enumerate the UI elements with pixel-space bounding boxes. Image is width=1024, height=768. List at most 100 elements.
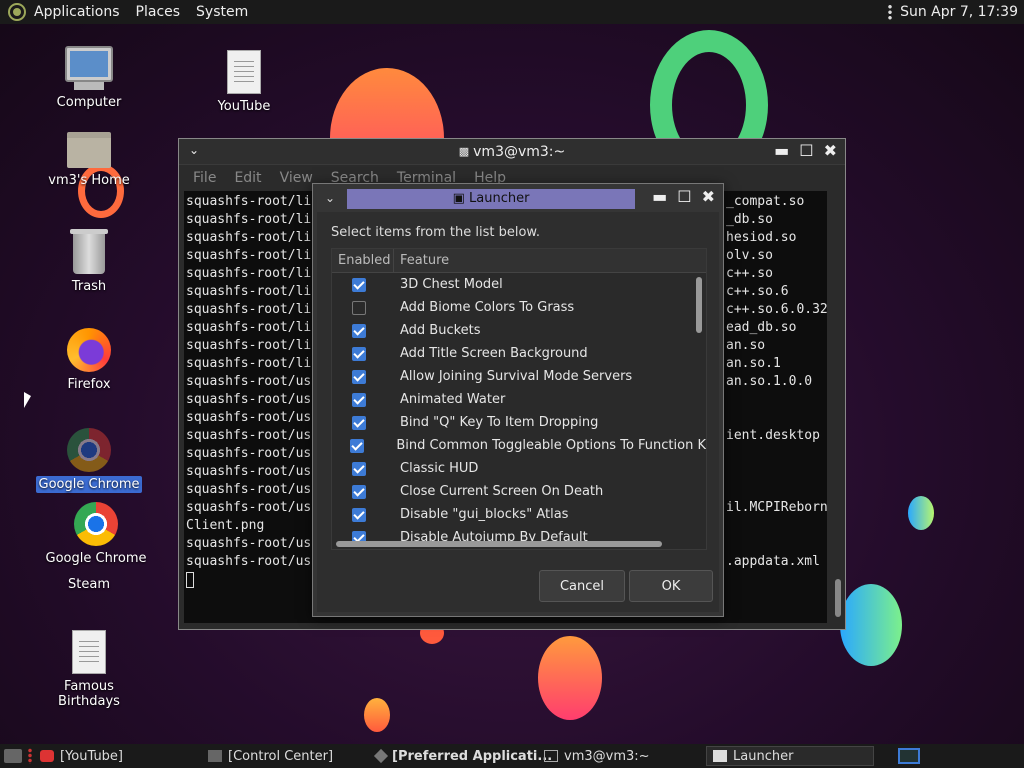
close-icon[interactable]: ✖: [702, 187, 715, 206]
terminal-line-left: squashfs-root/li: [186, 212, 312, 227]
terminal-menu-file[interactable]: File: [193, 170, 216, 186]
checkbox-checked[interactable]: [352, 461, 366, 476]
terminal-icon: ▩: [458, 145, 470, 158]
checkbox-checked[interactable]: [352, 277, 366, 292]
clock-area: Sun Apr 7, 17:39: [888, 0, 1018, 24]
window-menu-chevron-icon[interactable]: ⌄: [189, 143, 199, 157]
desktop-icon-steam[interactable]: Steam: [34, 572, 144, 593]
checkbox-cell: [332, 507, 394, 522]
ok-button[interactable]: OK: [629, 570, 713, 602]
desktop-icon-trash[interactable]: Trash: [34, 229, 144, 295]
window-menu-chevron-icon[interactable]: ⌄: [325, 191, 335, 205]
maximize-icon[interactable]: ☐: [677, 187, 691, 206]
show-desktop-icon[interactable]: [4, 749, 22, 763]
desktop-icon-youtube[interactable]: YouTube: [189, 50, 299, 115]
checkbox-checked[interactable]: [352, 507, 366, 522]
close-icon[interactable]: ✖: [824, 141, 837, 160]
desktop-icon-famous-birthdays[interactable]: Famous Birthdays: [34, 630, 144, 710]
checkbox-checked[interactable]: [352, 415, 366, 430]
terminal-line-right: il.MCPIReborn: [726, 500, 827, 515]
task-youtube[interactable]: [YouTube]: [40, 746, 123, 766]
youtube-icon: [40, 750, 54, 762]
feature-row[interactable]: Bind Common Toggleable Options To Functi…: [332, 434, 706, 457]
feature-list-vertical-scrollbar[interactable]: [696, 277, 702, 333]
clock[interactable]: Sun Apr 7, 17:39: [900, 4, 1018, 20]
terminal-menu-edit[interactable]: Edit: [234, 170, 261, 186]
feature-label: Classic HUD: [400, 461, 479, 476]
minimize-icon[interactable]: ▬: [652, 187, 667, 206]
column-header-feature[interactable]: Feature: [394, 253, 449, 268]
feature-list[interactable]: Enabled Feature 3D Chest Model Add Biome …: [331, 248, 707, 550]
distro-logo-icon[interactable]: [8, 3, 26, 21]
launcher-title-bar[interactable]: ▣ Launcher: [347, 189, 635, 209]
cancel-button[interactable]: Cancel: [539, 570, 625, 602]
menu-system[interactable]: System: [196, 4, 248, 20]
terminal-line-right: an.so.1.0.0: [726, 374, 813, 389]
desktop-icon-label: Firefox: [67, 377, 111, 392]
feature-rows: 3D Chest Model Add Biome Colors To Grass A…: [332, 273, 706, 549]
feature-row[interactable]: Add Biome Colors To Grass: [332, 296, 706, 319]
feature-list-header: Enabled Feature: [332, 249, 706, 273]
menu-applications[interactable]: Applications: [34, 4, 120, 20]
feature-row[interactable]: Add Title Screen Background: [332, 342, 706, 365]
feature-label: Add Title Screen Background: [400, 346, 588, 361]
top-panel: Applications Places System Sun Apr 7, 17…: [0, 0, 1024, 24]
feature-row[interactable]: Disable "gui_blocks" Atlas: [332, 503, 706, 526]
terminal-menu-view[interactable]: View: [280, 170, 313, 186]
checkbox-unchecked[interactable]: [352, 300, 366, 315]
feature-row[interactable]: Add Buckets: [332, 319, 706, 342]
task-terminal[interactable]: vm3@vm3:~: [544, 746, 650, 766]
feature-row[interactable]: Bind "Q" Key To Item Dropping: [332, 411, 706, 434]
task-preferred-applications[interactable]: [Preferred Applicati...: [373, 746, 552, 766]
terminal-line-left: squashfs-root/li: [186, 320, 312, 335]
desktop-icon-firefox[interactable]: Firefox: [34, 328, 144, 393]
feature-row[interactable]: Close Current Screen On Death: [332, 480, 706, 503]
terminal-line-right: c++.so.6.0.32: [726, 302, 827, 317]
checkbox-checked[interactable]: [352, 484, 366, 499]
terminal-line-left: squashfs-root/us: [186, 410, 312, 425]
task-label: [Control Center]: [228, 748, 334, 764]
feature-row[interactable]: Animated Water: [332, 388, 706, 411]
launcher-dialog[interactable]: ⌄ ▣ Launcher ▬ ☐ ✖ Select items from the…: [312, 183, 724, 617]
desktop-icon-computer[interactable]: Computer: [34, 46, 144, 111]
task-launcher[interactable]: Launcher: [706, 746, 874, 766]
bottom-taskbar: [YouTube] [Control Center] [Preferred Ap…: [0, 744, 1024, 768]
desktop-icon-google-chrome[interactable]: Google Chrome: [41, 502, 151, 567]
minimize-icon[interactable]: ▬: [774, 141, 789, 160]
checkbox-checked[interactable]: [352, 369, 366, 384]
terminal-line-left: squashfs-root/li: [186, 266, 312, 281]
terminal-cursor: [186, 571, 194, 588]
checkbox-cell: [332, 369, 394, 384]
feature-row[interactable]: Classic HUD: [332, 457, 706, 480]
feature-row[interactable]: 3D Chest Model: [332, 273, 706, 296]
feature-list-horizontal-scrollbar[interactable]: [336, 541, 662, 547]
terminal-window-buttons: ▬ ☐ ✖: [774, 141, 837, 160]
checkbox-checked[interactable]: [352, 392, 366, 407]
terminal-line-right: c++.so: [726, 266, 773, 281]
checkbox-cell: [332, 323, 394, 338]
panel-menu-dots-icon[interactable]: [888, 4, 893, 20]
chrome-icon: [74, 502, 118, 546]
column-header-enabled[interactable]: Enabled: [332, 249, 394, 273]
workspace-switcher-icon[interactable]: [898, 748, 920, 764]
terminal-line-left: squashfs-root/li: [186, 338, 312, 353]
checkbox-checked[interactable]: [352, 346, 366, 361]
launcher-titlebar[interactable]: ⌄ ▣ Launcher ▬ ☐ ✖: [313, 184, 723, 212]
checkbox-checked[interactable]: [352, 323, 366, 338]
terminal-line-right: c++.so.6: [726, 284, 789, 299]
feature-label: Bind "Q" Key To Item Dropping: [400, 415, 599, 430]
desktop-icon-home[interactable]: vm3's Home: [34, 132, 144, 189]
checkbox-cell: [332, 392, 394, 407]
desktop-icon-label: Famous Birthdays: [58, 679, 120, 709]
task-control-center[interactable]: [Control Center]: [208, 746, 333, 766]
panel-dots-icon[interactable]: [28, 748, 32, 764]
desktop-icon-label: Google Chrome: [45, 551, 147, 566]
maximize-icon[interactable]: ☐: [799, 141, 813, 160]
feature-row[interactable]: Allow Joining Survival Mode Servers: [332, 365, 706, 388]
checkbox-checked[interactable]: [350, 438, 365, 453]
menu-places[interactable]: Places: [136, 4, 181, 20]
firefox-icon: [67, 328, 111, 372]
terminal-scrollbar[interactable]: [831, 191, 841, 623]
desktop-icon-google-chrome-selected[interactable]: Google Chrome: [34, 428, 144, 493]
terminal-titlebar[interactable]: ⌄ ▩ vm3@vm3:~ ▬ ☐ ✖: [179, 139, 845, 165]
